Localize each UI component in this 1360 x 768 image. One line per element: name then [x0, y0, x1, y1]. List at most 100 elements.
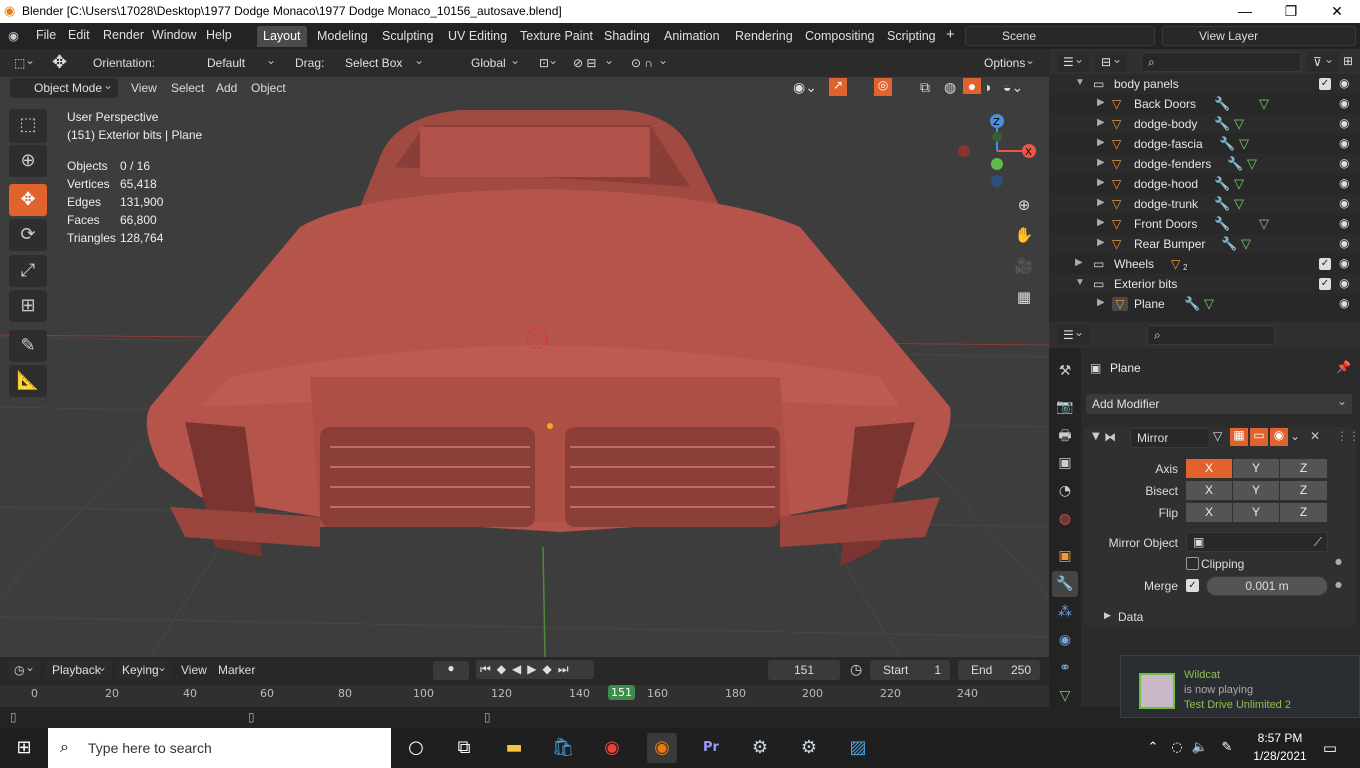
cortana-icon[interactable]: ○ — [401, 733, 431, 763]
tab-uv-editing[interactable]: UV Editing — [442, 26, 513, 47]
clipping-checkbox[interactable] — [1186, 557, 1199, 570]
eye-icon[interactable]: ◉ — [1339, 276, 1349, 290]
flip-y-toggle[interactable]: Y — [1233, 503, 1279, 522]
collection-checkbox[interactable]: ✓ — [1319, 278, 1331, 290]
zoom-icon[interactable]: ⊕ — [1011, 192, 1037, 218]
xray-icon[interactable]: ⧉ — [920, 79, 930, 96]
close-button[interactable]: ✕ — [1314, 0, 1360, 23]
menu-render[interactable]: Render — [103, 28, 144, 42]
menu-window[interactable]: Window — [152, 28, 196, 42]
playback-controls[interactable]: ⏮◆◀▶◆⏭ — [476, 660, 594, 679]
modifier-name-input[interactable]: Mirror — [1130, 428, 1210, 448]
windows-start-icon[interactable]: ⊞ — [9, 733, 39, 763]
chrome-icon[interactable]: ◉ — [597, 733, 627, 763]
steam-icon[interactable]: ⚙ — [745, 733, 775, 763]
outliner-item[interactable]: ▶ ▽ Rear Bumper 🔧 ▽ ◉ — [1049, 234, 1360, 254]
tab-animation[interactable]: Animation — [658, 26, 726, 47]
eye-icon[interactable]: ◉ — [1339, 76, 1349, 90]
3d-viewport[interactable]: X Z Object Mode View Select Add Object ◉… — [0, 77, 1049, 657]
data-tab-icon[interactable]: ▽ — [1052, 683, 1078, 709]
eye-icon[interactable]: ◉ — [1339, 136, 1349, 150]
outliner-item-plane[interactable]: ▶ ▽ Plane 🔧 ▽ ◉ — [1049, 294, 1360, 314]
eye-icon[interactable]: ◉ — [1339, 156, 1349, 170]
merge-checkbox[interactable]: ✓ — [1186, 579, 1199, 592]
view-layer-selector[interactable]: View Layer — [1162, 26, 1356, 46]
volume-icon[interactable]: 🔈 — [1185, 733, 1215, 763]
taskbar-search[interactable]: ⌕ Type here to search — [48, 728, 391, 768]
scene-selector[interactable]: Scene — [965, 26, 1155, 46]
clock-icon[interactable]: ◷ — [850, 661, 862, 678]
rotate-tool[interactable]: ⟳ — [9, 219, 47, 251]
material-shading-icon[interactable]: ◑ — [983, 79, 991, 95]
gizmo-toggle-icon[interactable]: ↗ — [829, 78, 847, 96]
end-frame-field[interactable]: End 250 — [958, 660, 1040, 680]
keying-dropdown[interactable]: Keying — [116, 657, 172, 680]
clock-time[interactable]: 8:57 PM — [1250, 731, 1310, 745]
task-view-icon[interactable]: ⧉ — [449, 733, 479, 763]
timeline-editor-dropdown[interactable]: ◷ — [8, 657, 40, 680]
eye-icon[interactable]: ◉ — [1339, 96, 1349, 110]
render-icon[interactable]: ◉ — [1270, 428, 1288, 446]
eye-icon[interactable]: ◉ — [1339, 216, 1349, 230]
pivot-dropdown[interactable]: ⊡ — [533, 50, 563, 73]
outliner-item[interactable]: ▶ ▽ Front Doors 🔧 ▽ ◉ — [1049, 214, 1360, 234]
outliner-item[interactable]: ▶ ▽ Back Doors 🔧 ▽ ◉ — [1049, 94, 1360, 114]
data-expand-icon[interactable]: ▶ — [1104, 611, 1111, 621]
outliner-item[interactable]: ▶ ▽ dodge-fascia 🔧 ▽ ◉ — [1049, 134, 1360, 154]
minimize-button[interactable]: — — [1222, 0, 1268, 23]
proportional-edit-dropdown[interactable]: ⊙ ∩ — [625, 50, 673, 73]
tab-layout[interactable]: Layout — [257, 26, 307, 47]
collection-row-wheels[interactable]: ▶ ▭ Wheels ▽ 2 ✓ ◉ — [1049, 254, 1360, 274]
keyframe-dot[interactable]: ● — [1335, 557, 1342, 566]
menu-object[interactable]: Object — [251, 81, 286, 95]
outliner-item[interactable]: ▶ ▽ dodge-trunk 🔧 ▽ ◉ — [1049, 194, 1360, 214]
notifications-icon[interactable]: ▭ — [1315, 733, 1345, 763]
properties-search-input[interactable]: ⌕ — [1147, 325, 1275, 345]
store-icon[interactable]: 🛍 — [548, 733, 578, 763]
blender-menu-icon[interactable]: ◉ — [8, 28, 19, 43]
drag-dropdown[interactable]: Select Box — [339, 50, 429, 73]
cage-icon[interactable]: ▦ — [1230, 428, 1248, 446]
eye-icon[interactable]: ◉ — [1339, 256, 1349, 270]
world-tab-icon[interactable]: ◍ — [1052, 506, 1078, 532]
eye-icon[interactable]: ◉ — [1339, 176, 1349, 190]
bisect-x-toggle[interactable]: X — [1186, 481, 1232, 500]
tool-tab-icon[interactable]: ⚒ — [1052, 358, 1078, 384]
blender-taskbar-icon[interactable]: ◉ — [647, 733, 677, 763]
collection-checkbox[interactable]: ✓ — [1319, 258, 1331, 270]
particles-tab-icon[interactable]: ⁂ — [1052, 599, 1078, 625]
premiere-icon[interactable]: Pr — [696, 733, 726, 763]
modifier-tab-icon[interactable]: 🔧 — [1052, 571, 1078, 597]
pen-icon[interactable]: ✎ — [1212, 733, 1242, 763]
constraints-tab-icon[interactable]: ⚭ — [1052, 655, 1078, 681]
flip-z-toggle[interactable]: Z — [1280, 503, 1327, 522]
solid-shading-icon[interactable]: ● — [963, 78, 981, 94]
tab-compositing[interactable]: Compositing — [799, 26, 880, 47]
render-tab-icon[interactable]: 📷 — [1052, 394, 1078, 420]
playback-dropdown[interactable]: Playback — [46, 657, 112, 680]
edit-mode-icon[interactable]: ▽ — [1213, 429, 1222, 443]
eye-icon[interactable]: ◉ — [1339, 116, 1349, 130]
outliner-item[interactable]: ▶ ▽ dodge-hood 🔧 ▽ ◉ — [1049, 174, 1360, 194]
annotate-tool[interactable]: ✎ — [9, 330, 47, 362]
output-tab-icon[interactable]: 🖶 — [1052, 423, 1078, 449]
orientation-dropdown[interactable]: Default — [183, 50, 281, 73]
ortho-grid-icon[interactable]: ▦ — [1011, 284, 1037, 310]
flip-x-toggle[interactable]: X — [1186, 503, 1232, 522]
clock-date[interactable]: 1/28/2021 — [1246, 749, 1314, 763]
tab-scripting[interactable]: Scripting — [881, 26, 942, 47]
drag-handle-icon[interactable]: ⋮⋮ — [1336, 429, 1360, 443]
maximize-button[interactable]: ❐ — [1268, 0, 1314, 23]
outliner-item[interactable]: ▶ ▽ dodge-fenders 🔧 ▽ ◉ — [1049, 154, 1360, 174]
axis-z-toggle[interactable]: Z — [1280, 459, 1327, 478]
pin-icon[interactable]: 📌 — [1336, 360, 1351, 374]
scene-tab-icon[interactable]: ◔ — [1052, 478, 1078, 504]
tab-rendering[interactable]: Rendering — [729, 26, 799, 47]
transform-orientation-dropdown[interactable]: Global — [447, 50, 525, 73]
collection-checkbox[interactable]: ✓ — [1319, 78, 1331, 90]
add-workspace-icon[interactable]: + — [946, 26, 955, 43]
menu-file[interactable]: File — [36, 28, 56, 42]
overlay-toggle-icon[interactable]: ◎ — [874, 78, 892, 96]
options-dropdown[interactable]: Options — [978, 50, 1040, 73]
menu-add[interactable]: Add — [216, 81, 237, 95]
